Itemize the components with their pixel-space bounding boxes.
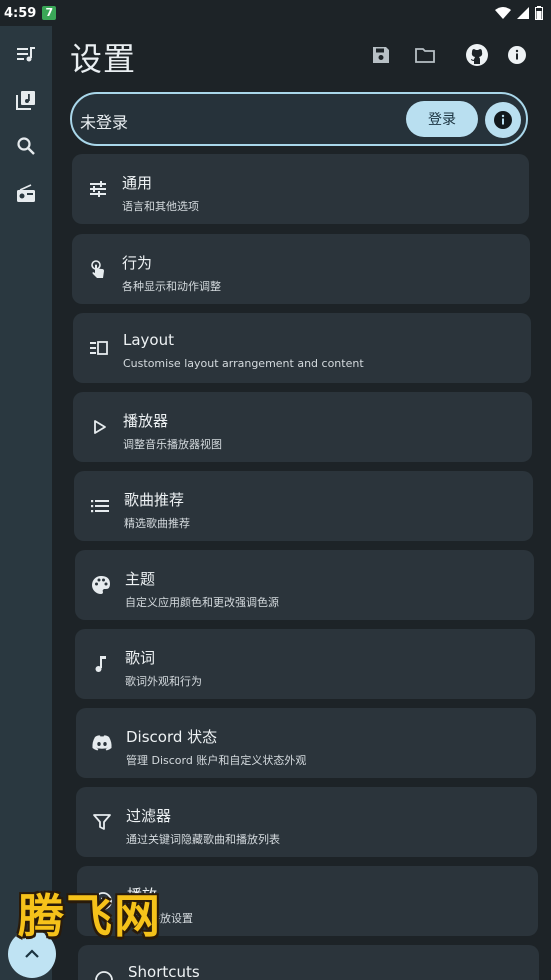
settings-item-player[interactable]: 播放器 调整音乐播放器视图 — [73, 392, 532, 462]
tune-icon — [86, 177, 110, 201]
wifi-icon — [495, 7, 511, 19]
settings-item-subtitle: 调整音乐播放器视图 — [123, 438, 222, 451]
layout-icon — [87, 336, 111, 360]
settings-item-layout[interactable]: Layout Customise layout arrangement and … — [73, 313, 531, 383]
github-icon — [466, 44, 488, 66]
chevron-up-icon — [25, 949, 39, 958]
folder-icon — [415, 48, 435, 63]
settings-item-title: 歌曲推荐 — [124, 491, 185, 509]
discord-icon — [90, 731, 114, 755]
settings-item-recommendations[interactable]: 歌曲推荐 精选歌曲推荐 — [74, 471, 533, 541]
settings-item-title: Discord 状态 — [126, 728, 218, 746]
watermark-logo: 腾飞网 — [18, 889, 162, 943]
save-button[interactable] — [364, 38, 398, 72]
page-title: 设置 — [70, 40, 137, 78]
info-button[interactable] — [500, 38, 534, 72]
settings-item-subtitle: 通过关键词隐藏歌曲和播放列表 — [126, 833, 280, 846]
account-info-button[interactable] — [485, 102, 521, 138]
status-bar: 4:59 7 — [0, 0, 551, 26]
palette-icon — [89, 573, 113, 597]
queue-music-icon — [17, 47, 35, 62]
status-bar-right — [495, 6, 543, 20]
settings-item-title: 通用 — [122, 174, 153, 192]
info-icon — [508, 46, 526, 64]
settings-item-subtitle: 各种显示和动作调整 — [122, 280, 221, 293]
notification-badge: 7 — [42, 6, 57, 20]
shortcuts-icon — [92, 968, 116, 980]
account-bar: 未登录 登录 — [70, 92, 528, 146]
settings-item-subtitle: 管理 Discord 账户和自定义状态外观 — [126, 754, 307, 767]
settings-item-title: Shortcuts — [128, 963, 200, 980]
settings-item-lyrics[interactable]: 歌词 歌词外观和行为 — [75, 629, 535, 699]
battery-icon — [535, 6, 543, 20]
settings-main: 设置 未登录 登录 通用 语言和其他选项 行为 各种显示和动作调整 Layout… — [52, 26, 551, 980]
play-icon — [87, 415, 111, 439]
settings-item-subtitle: 语言和其他选项 — [122, 200, 199, 213]
settings-item-discord[interactable]: Discord 状态 管理 Discord 账户和自定义状态外观 — [76, 708, 536, 778]
login-status: 未登录 — [80, 113, 129, 132]
settings-item-shortcuts[interactable]: Shortcuts — [78, 945, 539, 980]
touch-icon — [86, 257, 110, 281]
info-icon — [494, 111, 512, 129]
settings-item-title: 播放器 — [123, 412, 169, 430]
filter-icon — [90, 810, 114, 834]
navigation-rail — [0, 26, 52, 980]
library-button[interactable] — [6, 82, 46, 118]
status-time: 4:59 — [4, 5, 37, 21]
settings-item-title: 过滤器 — [126, 807, 172, 825]
settings-item-subtitle: 精选歌曲推荐 — [124, 517, 190, 530]
settings-item-title: Layout — [123, 331, 174, 349]
settings-item-subtitle: 自定义应用颜色和更改强调色源 — [125, 596, 279, 609]
github-button[interactable] — [460, 38, 494, 72]
radio-icon — [17, 184, 35, 202]
search-icon — [17, 137, 35, 155]
queue-music-button[interactable] — [6, 36, 46, 72]
settings-item-general[interactable]: 通用 语言和其他选项 — [72, 154, 529, 224]
settings-item-title: 主题 — [125, 570, 156, 588]
settings-item-filters[interactable]: 过滤器 通过关键词隐藏歌曲和播放列表 — [76, 787, 537, 857]
search-button[interactable] — [6, 128, 46, 164]
folder-button[interactable] — [408, 38, 442, 72]
settings-item-title: 歌词 — [125, 649, 156, 667]
status-bar-left: 4:59 7 — [4, 5, 57, 21]
save-icon — [373, 47, 389, 63]
music-note-icon — [89, 652, 113, 676]
settings-item-theme[interactable]: 主题 自定义应用颜色和更改强调色源 — [75, 550, 534, 620]
settings-item-behaviour[interactable]: 行为 各种显示和动作调整 — [72, 234, 530, 304]
login-button[interactable]: 登录 — [406, 101, 478, 137]
settings-item-subtitle: 歌词外观和行为 — [125, 675, 202, 688]
radio-button[interactable] — [6, 176, 46, 212]
settings-item-title: 行为 — [122, 254, 153, 272]
library-music-icon — [16, 91, 35, 110]
list-icon — [88, 494, 112, 518]
signal-icon — [517, 7, 529, 19]
settings-item-subtitle: Customise layout arrangement and content — [123, 357, 364, 370]
